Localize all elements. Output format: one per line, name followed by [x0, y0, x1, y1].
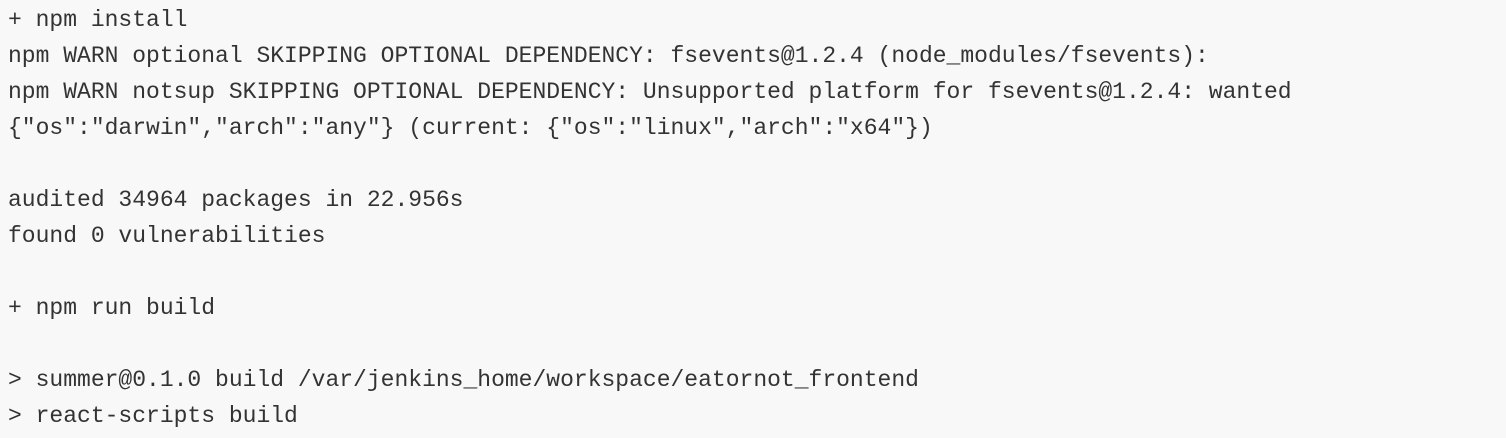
console-line-npm-run-build: + npm run build: [8, 295, 216, 321]
console-line-npm-install: + npm install: [8, 7, 188, 33]
console-line-vulnerabilities: found 0 vulnerabilities: [8, 223, 326, 249]
console-line-build-script: > summer@0.1.0 build /var/jenkins_home/w…: [8, 367, 919, 393]
console-line-react-scripts: > react-scripts build: [8, 403, 298, 429]
console-line-warn-optional: npm WARN optional SKIPPING OPTIONAL DEPE…: [8, 43, 1209, 69]
console-line-platform-details: {"os":"darwin","arch":"any"} (current: {…: [8, 115, 933, 141]
console-line-warn-notsup: npm WARN notsup SKIPPING OPTIONAL DEPEND…: [8, 79, 1292, 105]
console-output: + npm install npm WARN optional SKIPPING…: [0, 0, 1506, 438]
console-line-audited: audited 34964 packages in 22.956s: [8, 187, 464, 213]
